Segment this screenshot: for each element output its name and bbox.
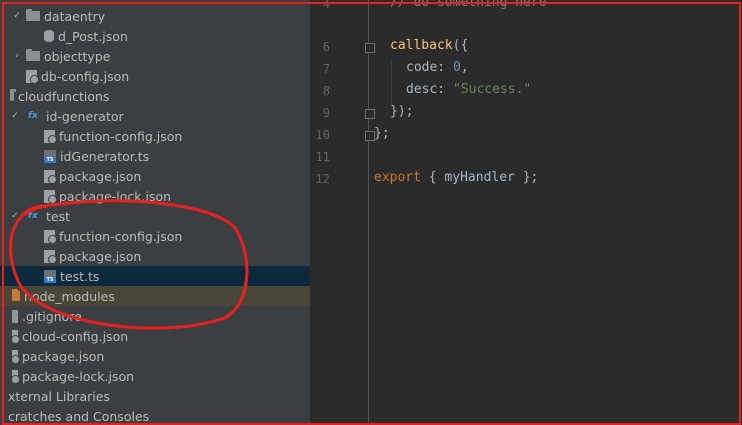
code-line-12: export { myHandler }; <box>374 170 538 185</box>
tree-item-test-ts[interactable]: test.ts <box>0 266 310 286</box>
code-line-7: code: 0, <box>406 60 469 75</box>
tree-item-label: dataentry <box>44 8 106 24</box>
line-number: 4 <box>322 0 330 11</box>
code-key: desc: <box>406 82 453 97</box>
folder-icon <box>12 289 20 301</box>
tree-item-label: d_Post.json <box>58 28 128 44</box>
tree-item-id-generator[interactable]: ✓ fx id-generator <box>0 106 310 126</box>
code-punct: ({ <box>452 38 469 53</box>
tree-item-gitignore[interactable]: .gitignore <box>0 306 310 326</box>
gutter-divider <box>368 0 369 425</box>
tree-item-node-modules[interactable]: node_modules <box>0 286 310 306</box>
chevron-down-icon[interactable]: ✓ <box>10 111 20 121</box>
tree-item-cloud-config[interactable]: cloud-config.json <box>0 326 310 346</box>
code-string: "Success." <box>452 82 532 97</box>
code-line-10: }; <box>374 126 390 141</box>
typescript-file-icon <box>44 269 56 283</box>
tree-item-test[interactable]: ✓ fx test <box>0 206 310 226</box>
fold-marker-icon[interactable] <box>365 109 375 119</box>
tree-item-label: id-generator <box>46 108 124 124</box>
code-keyword: export <box>374 170 421 185</box>
code-number: 0 <box>452 60 461 75</box>
fold-marker-icon[interactable] <box>365 43 375 53</box>
function-folder-icon: fx <box>28 111 38 121</box>
tree-item-label: package.json <box>59 248 142 264</box>
tree-item-root-package-lock[interactable]: package-lock.json <box>0 366 310 386</box>
json-file-icon <box>44 229 57 244</box>
code-line-6: callback({ <box>390 38 468 53</box>
line-number: 8 <box>322 84 330 98</box>
code-punct: , <box>460 60 469 75</box>
json-file-icon <box>44 169 57 184</box>
tree-item-label: package.json <box>22 348 105 364</box>
code-line-4: // do something here <box>390 0 547 10</box>
tree-item-external-libraries[interactable]: xternal Libraries <box>0 386 310 406</box>
tree-item-label: function-config.json <box>59 128 183 144</box>
tree-item-objecttype[interactable]: › objecttype <box>0 46 310 66</box>
tree-item-dataentry[interactable]: ✓ dataentry <box>0 6 310 26</box>
tree-item-package-json[interactable]: package.json <box>0 166 310 186</box>
line-number: 11 <box>315 150 330 164</box>
tree-item-label: xternal Libraries <box>8 388 110 404</box>
json-file-icon <box>44 129 57 144</box>
tree-item-label: package-lock.json <box>22 368 135 384</box>
line-number: 9 <box>322 106 330 120</box>
tree-item-label: function-config.json <box>59 228 183 244</box>
tree-item-label: idGenerator.ts <box>60 148 150 164</box>
line-number: 7 <box>322 62 330 76</box>
json-file-icon <box>11 329 20 344</box>
folder-icon <box>10 89 16 101</box>
tree-item-test-function-config[interactable]: function-config.json <box>0 226 310 246</box>
tree-item-label: test <box>46 208 71 224</box>
tree-item-idgenerator-ts[interactable]: idGenerator.ts <box>0 146 310 166</box>
tree-item-root-package-json[interactable]: package.json <box>0 346 310 366</box>
tree-item-label: node_modules <box>24 288 115 304</box>
code-line-8: desc: "Success." <box>406 82 531 97</box>
json-file-icon <box>44 189 57 204</box>
tree-item-label: .gitignore <box>22 308 82 324</box>
tree-item-label: cratches and Consoles <box>8 408 150 424</box>
line-number: 12 <box>315 172 330 186</box>
tree-item-cloudfunctions[interactable]: cloudfunctions <box>0 86 310 106</box>
tree-item-scratches[interactable]: cratches and Consoles <box>0 406 310 425</box>
function-name: callback <box>390 38 453 53</box>
chevron-right-icon[interactable]: › <box>12 51 22 61</box>
chevron-down-icon[interactable]: ✓ <box>12 11 22 21</box>
json-file-icon <box>26 69 39 84</box>
function-folder-icon: fx <box>28 211 38 221</box>
tree-item-db-config[interactable]: db-config.json <box>0 66 310 86</box>
database-icon <box>44 30 54 42</box>
tree-item-label: cloud-config.json <box>22 328 129 344</box>
project-tree: ✓ dataentry d_Post.json › objecttype db-… <box>0 0 310 425</box>
tree-item-package-lock[interactable]: package-lock.json <box>0 186 310 206</box>
file-icon <box>12 309 18 323</box>
typescript-file-icon <box>44 149 56 163</box>
tree-item-label: test.ts <box>60 268 100 284</box>
chevron-down-icon[interactable]: ✓ <box>10 211 20 221</box>
folder-icon <box>26 9 40 21</box>
tree-item-test-package-json[interactable]: package.json <box>0 246 310 266</box>
code-key: code: <box>406 60 453 75</box>
line-number: 6 <box>322 40 330 54</box>
folder-icon <box>26 49 40 61</box>
tree-item-d-post[interactable]: d_Post.json <box>0 26 310 46</box>
json-file-icon <box>44 249 57 264</box>
tree-item-label: package-lock.json <box>59 188 172 204</box>
tree-item-function-config[interactable]: function-config.json <box>0 126 310 146</box>
json-file-icon <box>11 349 20 364</box>
code-line-9: }); <box>390 104 414 119</box>
line-number: 10 <box>315 128 330 142</box>
indent-guide <box>391 60 392 104</box>
tree-item-label: cloudfunctions <box>18 88 110 104</box>
json-file-icon <box>11 369 20 384</box>
tree-item-label: objecttype <box>44 48 111 64</box>
tree-item-label: package.json <box>59 168 142 184</box>
code-rest: { myHandler }; <box>420 170 539 185</box>
tree-item-label: db-config.json <box>41 68 130 84</box>
